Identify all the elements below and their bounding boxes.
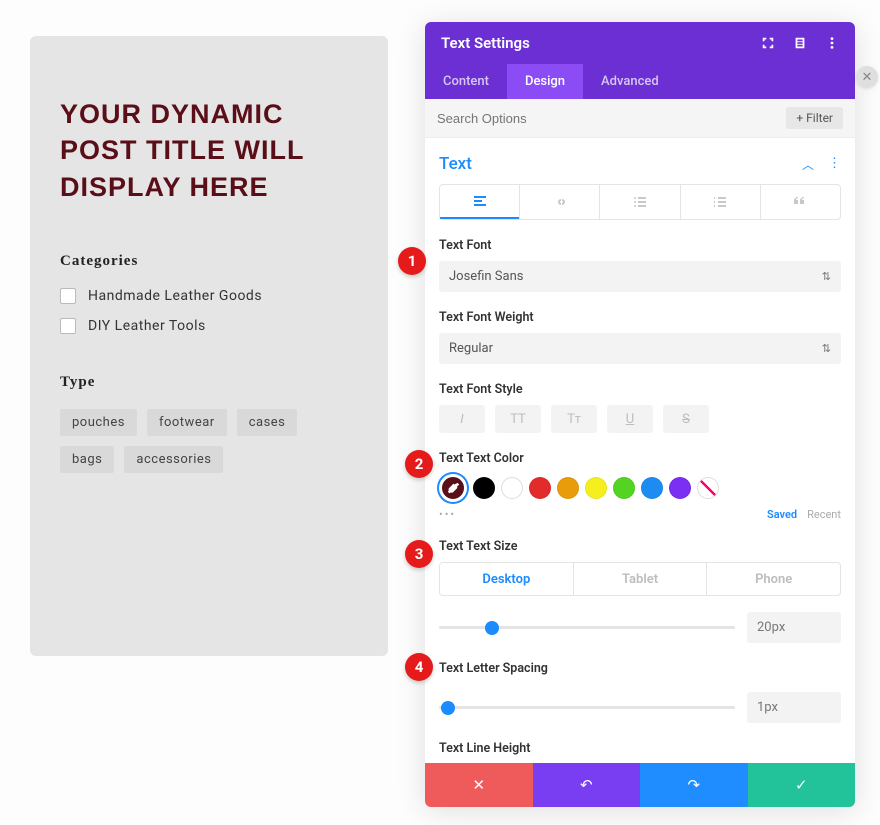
- seg-ol[interactable]: [680, 185, 760, 219]
- label-size: Text Text Size: [439, 539, 841, 554]
- tag[interactable]: cases: [237, 409, 298, 436]
- search-bar: + Filter: [425, 99, 855, 138]
- swatch-purple[interactable]: [669, 477, 691, 499]
- tab-advanced[interactable]: Advanced: [583, 64, 677, 99]
- strike-button[interactable]: S: [663, 405, 709, 433]
- caret-icon: ⇅: [822, 342, 831, 355]
- tabs: Content Design Advanced: [425, 64, 855, 99]
- device-tablet[interactable]: Tablet: [573, 563, 707, 595]
- size-slider-row: 20px: [439, 612, 841, 643]
- filter-button[interactable]: + Filter: [786, 107, 843, 129]
- save-button[interactable]: ✓: [748, 763, 856, 807]
- more-swatches-icon[interactable]: •••: [439, 508, 456, 521]
- annotation-badge-2: 2: [405, 450, 433, 478]
- section-head: Text ︿ ⋮: [439, 148, 841, 184]
- cancel-button[interactable]: ✕: [425, 763, 533, 807]
- section-title[interactable]: Text: [439, 154, 472, 174]
- swatch-orange[interactable]: [557, 477, 579, 499]
- label-font: Text Font: [439, 238, 841, 253]
- device-desktop[interactable]: Desktop: [440, 563, 573, 595]
- tag[interactable]: accessories: [124, 446, 223, 473]
- section-menu-icon[interactable]: ⋮: [828, 156, 841, 173]
- seg-link[interactable]: [519, 185, 599, 219]
- checkbox[interactable]: [60, 288, 76, 304]
- saved-colors-tab[interactable]: Saved: [767, 508, 797, 521]
- seg-ul[interactable]: [599, 185, 679, 219]
- swatch-none[interactable]: [697, 477, 719, 499]
- redo-button[interactable]: ↷: [640, 763, 748, 807]
- tag[interactable]: footwear: [147, 409, 227, 436]
- annotation-badge-3: 3: [405, 540, 433, 568]
- underline-button[interactable]: U: [607, 405, 653, 433]
- menu-dots-icon[interactable]: [825, 36, 839, 50]
- tag[interactable]: pouches: [60, 409, 137, 436]
- font-style-buttons: I TT Tᴛ U S: [439, 405, 841, 433]
- tag-row: pouches footwear cases bags accessories: [60, 409, 358, 473]
- collapse-icon[interactable]: ︿: [802, 156, 814, 173]
- spacing-value[interactable]: 1px: [747, 692, 841, 723]
- docs-icon[interactable]: [793, 36, 807, 50]
- label-lineheight: Text Line Height: [439, 741, 841, 756]
- checkbox[interactable]: [60, 318, 76, 334]
- category-label: DIY Leather Tools: [88, 318, 206, 334]
- swatch-black[interactable]: [473, 477, 495, 499]
- filter-label: Filter: [806, 111, 833, 125]
- swatch-green[interactable]: [613, 477, 635, 499]
- category-label: Handmade Leather Goods: [88, 288, 262, 304]
- tab-design[interactable]: Design: [507, 64, 583, 99]
- annotation-badge-4: 4: [405, 653, 433, 681]
- label-spacing: Text Letter Spacing: [439, 661, 841, 676]
- panel-footer: ✕ ↶ ↷ ✓: [425, 763, 855, 807]
- category-row[interactable]: Handmade Leather Goods: [60, 288, 358, 304]
- swatch-red[interactable]: [529, 477, 551, 499]
- italic-button[interactable]: I: [439, 405, 485, 433]
- font-select[interactable]: Josefin Sans ⇅: [439, 261, 841, 292]
- recent-colors-tab[interactable]: Recent: [807, 508, 841, 521]
- settings-panel: Text Settings Content Design Advanced + …: [425, 22, 855, 807]
- weight-select[interactable]: Regular ⇅: [439, 333, 841, 364]
- panel-body: Text ︿ ⋮ Text Font Josefin Sans ⇅ Text F…: [425, 138, 855, 763]
- swatch-yellow[interactable]: [585, 477, 607, 499]
- categories-heading: Categories: [60, 253, 358, 270]
- swatch-blue[interactable]: [641, 477, 663, 499]
- search-input[interactable]: [437, 111, 786, 126]
- type-heading: Type: [60, 374, 358, 391]
- annotation-badge-1: 1: [398, 247, 426, 275]
- category-row[interactable]: DIY Leather Tools: [60, 318, 358, 334]
- preview-title: YOUR DYNAMIC POST TITLE WILL DISPLAY HER…: [60, 96, 358, 205]
- swatch-white[interactable]: [501, 477, 523, 499]
- weight-value: Regular: [449, 341, 493, 356]
- panel-header: Text Settings: [425, 22, 855, 64]
- close-bubble-icon[interactable]: ✕: [856, 66, 878, 88]
- device-phone[interactable]: Phone: [706, 563, 840, 595]
- eyedropper-icon: [447, 482, 460, 495]
- device-tabs: Desktop Tablet Phone: [439, 562, 841, 596]
- uppercase-button[interactable]: TT: [495, 405, 541, 433]
- spacing-slider-row: 1px: [439, 692, 841, 723]
- color-picker-swatch[interactable]: [439, 474, 467, 502]
- panel-title: Text Settings: [441, 34, 530, 52]
- capitalize-button[interactable]: Tᴛ: [551, 405, 597, 433]
- tag[interactable]: bags: [60, 446, 114, 473]
- swatch-meta: ••• Saved Recent: [439, 508, 841, 521]
- tab-content[interactable]: Content: [425, 64, 507, 99]
- panel-header-icons: [761, 36, 839, 50]
- undo-button[interactable]: ↶: [533, 763, 641, 807]
- preview-card: YOUR DYNAMIC POST TITLE WILL DISPLAY HER…: [30, 36, 388, 656]
- label-weight: Text Font Weight: [439, 310, 841, 325]
- label-color: Text Text Color: [439, 451, 841, 466]
- label-style: Text Font Style: [439, 382, 841, 397]
- color-swatches: [439, 474, 841, 502]
- expand-icon[interactable]: [761, 36, 775, 50]
- size-slider[interactable]: [439, 626, 735, 629]
- spacing-slider[interactable]: [439, 706, 735, 709]
- size-value[interactable]: 20px: [747, 612, 841, 643]
- font-value: Josefin Sans: [449, 269, 523, 284]
- caret-icon: ⇅: [822, 270, 831, 283]
- seg-quote[interactable]: [760, 185, 840, 219]
- text-type-segmented: [439, 184, 841, 220]
- seg-align[interactable]: [440, 185, 519, 219]
